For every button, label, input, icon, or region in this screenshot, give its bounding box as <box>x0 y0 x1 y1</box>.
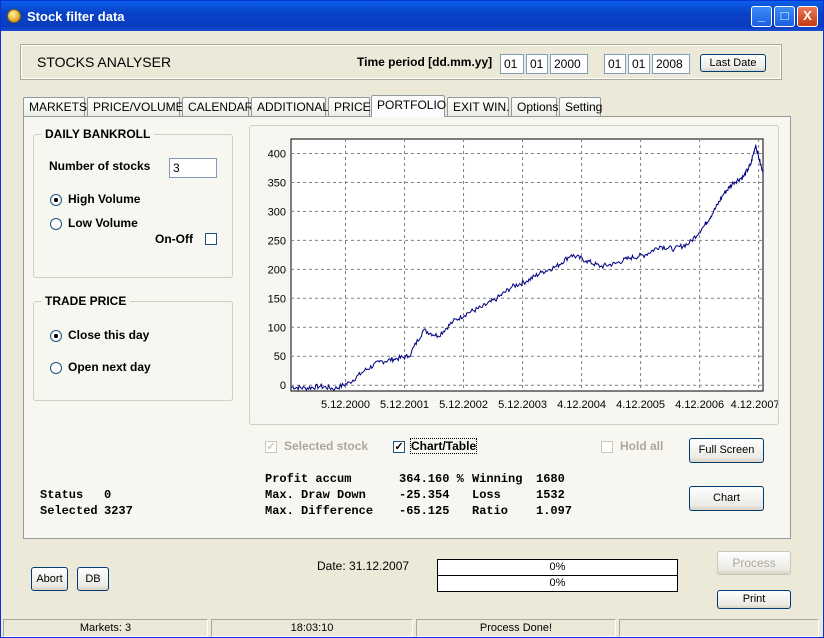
minimize-button[interactable]: _ <box>751 6 772 27</box>
end-day-field[interactable]: 01 <box>604 54 626 74</box>
winning-label: Winning <box>472 472 523 486</box>
x-tick-label: 5.12.2003 <box>498 399 547 411</box>
x-tick-label: 4.12.2007 <box>731 399 778 411</box>
selected-value: 3237 <box>104 504 133 518</box>
profit-accum-label: Profit accum <box>265 472 352 486</box>
tab-setting[interactable]: Setting <box>559 97 602 117</box>
status-label: Status <box>40 488 84 502</box>
tab-price[interactable]: PRICE <box>328 97 371 117</box>
low-volume-radio[interactable] <box>50 218 62 230</box>
chart-button[interactable]: Chart <box>689 486 764 511</box>
x-tick-label: 5.12.2002 <box>439 399 488 411</box>
end-year-field[interactable]: 2008 <box>652 54 690 74</box>
x-axis-ticks: 5.12.2000 5.12.2001 5.12.2002 5.12.2003 4.12… <box>321 399 778 411</box>
max-draw-down-value: -25.354 <box>399 488 450 502</box>
y-tick-label: 300 <box>268 206 286 218</box>
start-month-field[interactable]: 01 <box>526 54 548 74</box>
x-tick-label: 5.12.2000 <box>321 399 370 411</box>
maximize-button[interactable]: □ <box>774 6 795 27</box>
close-button[interactable]: X <box>797 6 818 27</box>
y-axis-ticks: 0 50 100 150 200 250 300 350 400 <box>268 148 286 392</box>
tab-portfolio[interactable]: PORTFOLIO <box>371 95 446 117</box>
app-icon <box>7 9 21 23</box>
daily-bankroll-title: DAILY BANKROLL <box>41 127 155 141</box>
full-screen-button[interactable]: Full Screen <box>689 438 764 463</box>
last-date-button[interactable]: Last Date <box>700 54 766 72</box>
max-draw-down-label: Max. Draw Down <box>265 488 366 502</box>
y-tick-label: 50 <box>274 351 286 363</box>
y-tick-label: 250 <box>268 235 286 247</box>
high-volume-radio[interactable] <box>50 194 62 206</box>
y-tick-label: 100 <box>268 322 286 334</box>
start-year-field[interactable]: 2000 <box>550 54 588 74</box>
profit-accum-value: 364.160 % <box>399 472 464 486</box>
tab-calendar[interactable]: CALENDAR <box>182 97 253 117</box>
trade-price-group <box>33 301 233 401</box>
tab-price-volume[interactable]: PRICE/VOLUME <box>87 97 184 117</box>
max-difference-value: -65.125 <box>399 504 450 518</box>
close-this-day-radio[interactable] <box>50 330 62 342</box>
db-button[interactable]: DB <box>77 567 109 591</box>
close-this-day-label: Close this day <box>68 328 150 342</box>
start-day-field[interactable]: 01 <box>500 54 524 74</box>
x-tick-label: 5.12.2001 <box>380 399 429 411</box>
daily-bankroll-group <box>33 134 233 278</box>
y-tick-label: 350 <box>268 177 286 189</box>
portfolio-chart: 050100150200250300350400 5.12.2000 5.12.2… <box>268 138 778 411</box>
winning-value: 1680 <box>536 472 565 486</box>
x-tick-label: 4.12.2004 <box>557 399 606 411</box>
loss-value: 1532 <box>536 488 565 502</box>
tab-options[interactable]: Options <box>511 97 558 117</box>
ratio-value: 1.097 <box>536 504 573 518</box>
on-off-label: On-Off <box>155 232 193 246</box>
y-tick-label: 200 <box>268 264 286 276</box>
tab-additional[interactable]: ADDITIONAL <box>251 97 329 117</box>
number-of-stocks-label: Number of stocks <box>49 159 151 173</box>
loss-label: Loss <box>472 488 501 502</box>
end-month-field[interactable]: 01 <box>628 54 650 74</box>
x-tick-label: 4.12.2005 <box>616 399 665 411</box>
hold-all-label: Hold all <box>620 439 664 453</box>
date-label: Date: 31.12.2007 <box>317 559 410 573</box>
plot-area <box>290 138 764 392</box>
header-panel: STOCKS ANALYSER Time period [dd.mm.yy] 0… <box>20 44 782 80</box>
selected-label: Selected <box>40 504 98 518</box>
low-volume-label: Low Volume <box>68 216 138 230</box>
ratio-label: Ratio <box>472 504 509 518</box>
chart-table-checkbox[interactable]: ✓ <box>393 441 405 453</box>
window-title: Stock filter data <box>27 9 125 24</box>
abort-button[interactable]: Abort <box>31 567 68 591</box>
selected-stock-label: Selected stock <box>284 439 369 453</box>
progress-bar-2: 0% <box>437 575 678 592</box>
status-empty <box>619 619 819 637</box>
status-message: Process Done! <box>416 619 616 637</box>
status-markets: Markets: 3 <box>3 619 208 637</box>
app-window: Stock filter data _ □ X STOCKS ANALYSER … <box>0 0 824 638</box>
app-heading: STOCKS ANALYSER <box>37 54 172 70</box>
time-period-label: Time period [dd.mm.yy] <box>357 55 493 69</box>
number-of-stocks-input[interactable]: 3 <box>169 158 217 178</box>
title-bar[interactable]: Stock filter data _ □ X <box>1 1 823 31</box>
y-tick-label: 400 <box>268 148 286 160</box>
x-tick-label: 4.12.2006 <box>675 399 724 411</box>
y-tick-label: 150 <box>268 293 286 305</box>
on-off-checkbox[interactable] <box>205 233 217 245</box>
tab-exit-win[interactable]: EXIT WIN. <box>447 97 509 117</box>
status-time: 18:03:10 <box>211 619 413 637</box>
hold-all-checkbox[interactable] <box>601 441 613 453</box>
status-bar: Markets: 3 18:03:10 Process Done! <box>1 617 823 637</box>
process-button[interactable]: Process <box>717 551 791 575</box>
status-value: 0 <box>104 488 112 502</box>
open-next-day-radio[interactable] <box>50 362 62 374</box>
high-volume-label: High Volume <box>68 192 141 206</box>
progress-bar-1: 0% <box>437 559 678 576</box>
trade-price-title: TRADE PRICE <box>41 294 131 308</box>
selected-stock-checkbox[interactable]: ✓ <box>265 441 277 453</box>
chart-table-label: Chart/Table <box>409 438 478 454</box>
y-tick-label: 0 <box>280 380 286 392</box>
print-button[interactable]: Print <box>717 590 791 609</box>
tab-markets[interactable]: MARKETS <box>23 97 87 117</box>
max-difference-label: Max. Difference <box>265 504 374 518</box>
open-next-day-label: Open next day <box>68 360 151 374</box>
